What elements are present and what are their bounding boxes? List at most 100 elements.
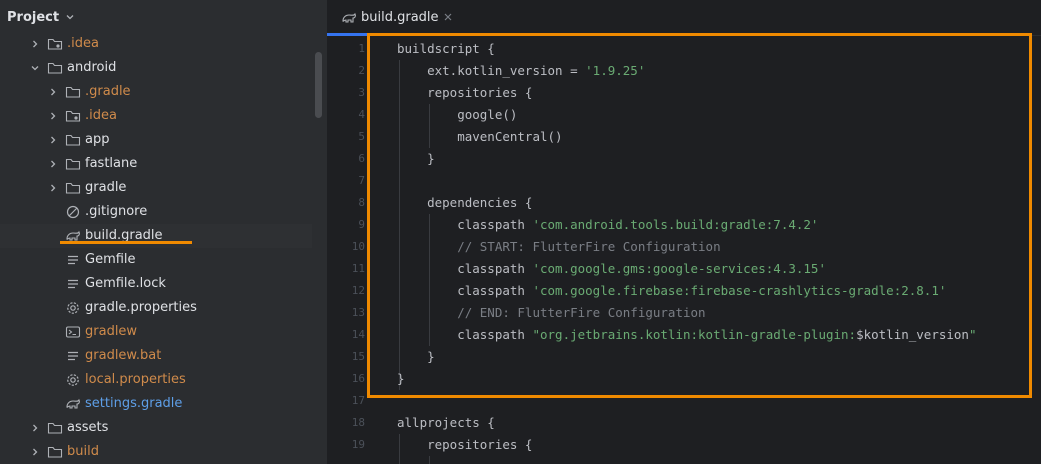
tree-item-label: android <box>67 60 117 75</box>
terminal-icon <box>65 326 81 338</box>
line-number: 14 <box>351 328 365 341</box>
tree-item[interactable]: gradle <box>0 176 312 200</box>
tree-item[interactable]: gradle.properties <box>0 296 312 320</box>
line-number: 8 <box>358 196 365 209</box>
tree-item-label: gradlew <box>85 324 138 339</box>
close-icon[interactable] <box>443 12 453 22</box>
folder-icon <box>47 446 63 458</box>
tree-item[interactable]: assets <box>0 416 312 440</box>
code-line: classpath 'com.google.firebase:firebase-… <box>397 280 977 302</box>
line-number: 7 <box>358 174 365 187</box>
code-line: ext.kotlin_version = '1.9.25' <box>397 60 977 82</box>
chevron-down-icon[interactable] <box>65 12 75 22</box>
code-line: repositories { <box>397 434 977 456</box>
line-number-gutter: 1 2 3 4 5 6 7 8 9 10 11 12 13 14 15 16 17 18 19 <box>327 38 365 456</box>
tree-item-label: Gemfile.lock <box>85 276 166 291</box>
code-token: classpath <box>397 283 533 298</box>
code-string: 'com.android.tools.build:gradle:7.4.2' <box>532 217 819 232</box>
folder-dotted-icon <box>47 38 63 50</box>
tree-item[interactable]: android <box>0 56 312 80</box>
folder-icon <box>47 422 63 434</box>
text-file-icon <box>68 255 78 265</box>
code-line: classpath 'com.google.gms:google-service… <box>397 258 977 280</box>
folder-icon <box>65 86 81 98</box>
code-token: classpath <box>397 327 533 342</box>
code-token: allprojects { <box>397 415 495 430</box>
chevron-right-icon[interactable] <box>48 111 58 121</box>
project-view-title: Project <box>7 9 60 25</box>
code-line: buildscript { <box>397 38 977 60</box>
indent-guide <box>429 456 430 464</box>
tree-item-label: fastlane <box>85 156 138 171</box>
tree-item[interactable]: .idea <box>0 32 312 56</box>
chevron-right-icon[interactable] <box>48 135 58 145</box>
folder-icon <box>65 158 81 170</box>
tree-item[interactable]: settings.gradle <box>0 392 312 416</box>
tree-item[interactable]: .gitignore <box>0 200 312 224</box>
code-line: } <box>397 346 977 368</box>
tree-item[interactable]: Gemfile <box>0 248 312 272</box>
code-token: classpath <box>397 217 533 232</box>
tree-item[interactable]: .gradle <box>0 80 312 104</box>
tree-item[interactable]: gradlew <box>0 320 312 344</box>
tab-label: build.gradle <box>361 10 439 25</box>
folder-icon <box>65 134 81 146</box>
text-file-icon <box>68 279 78 289</box>
line-number: 9 <box>358 218 365 231</box>
tree-item[interactable]: gradlew.bat <box>0 344 312 368</box>
code-token: } <box>397 349 435 364</box>
line-number: 15 <box>351 350 365 363</box>
tree-item[interactable]: Gemfile.lock <box>0 272 312 296</box>
ignore-icon <box>66 205 80 219</box>
chevron-down-icon[interactable] <box>30 63 40 73</box>
tree-item[interactable]: local.properties <box>0 368 312 392</box>
code-line: repositories { <box>397 82 977 104</box>
code-comment: // START: FlutterFire Configuration <box>397 239 721 254</box>
project-view-header[interactable]: Project <box>0 0 327 34</box>
sidebar-scrollbar[interactable] <box>315 52 322 118</box>
chevron-right-icon[interactable] <box>30 39 40 49</box>
code-token: dependencies { <box>397 195 533 210</box>
line-number: 5 <box>358 130 365 143</box>
tree-item[interactable]: fastlane <box>0 152 312 176</box>
code-string: " <box>968 327 977 342</box>
chevron-right-icon[interactable] <box>30 423 40 433</box>
line-number: 16 <box>351 372 365 385</box>
chevron-right-icon[interactable] <box>48 159 58 169</box>
code-token: ext.kotlin_version = <box>397 63 586 78</box>
tree-item-label: Gemfile <box>85 252 136 267</box>
code-line: google() <box>397 104 977 126</box>
folder-icon <box>47 62 63 74</box>
chevron-right-icon[interactable] <box>30 447 40 457</box>
code-token: google() <box>397 107 518 122</box>
tree-item[interactable]: build.gradle <box>0 224 312 248</box>
line-number: 11 <box>351 262 365 275</box>
code-area[interactable]: buildscript { ext.kotlin_version = '1.9.… <box>397 38 977 456</box>
chevron-right-icon[interactable] <box>48 183 58 193</box>
code-token: } <box>397 371 405 386</box>
line-number: 3 <box>358 86 365 99</box>
tree-item-label: local.properties <box>85 372 186 387</box>
code-line: mavenCentral() <box>397 126 977 148</box>
folder-icon <box>65 182 81 194</box>
chevron-right-icon[interactable] <box>48 87 58 97</box>
code-token: $kotlin_version <box>856 327 969 342</box>
tree-item-label: .idea <box>85 108 117 123</box>
code-string: 'com.google.gms:google-services:4.3.15' <box>532 261 826 276</box>
active-tab-indicator <box>327 33 463 36</box>
line-number: 6 <box>358 152 365 165</box>
tree-item[interactable]: app <box>0 128 312 152</box>
code-string: '1.9.25' <box>585 63 646 78</box>
tree-item[interactable]: build <box>0 440 312 464</box>
code-token: mavenCentral() <box>397 129 563 144</box>
tree-item-label: gradle <box>85 180 127 195</box>
line-number: 19 <box>351 438 365 451</box>
tree-item[interactable]: .idea <box>0 104 312 128</box>
editor-tab-bar: build.gradle <box>327 0 1041 36</box>
annotation-underline <box>60 241 192 244</box>
tab-build-gradle[interactable]: build.gradle <box>327 0 463 36</box>
code-line: // END: FlutterFire Configuration <box>397 302 977 324</box>
line-number: 2 <box>358 64 365 77</box>
